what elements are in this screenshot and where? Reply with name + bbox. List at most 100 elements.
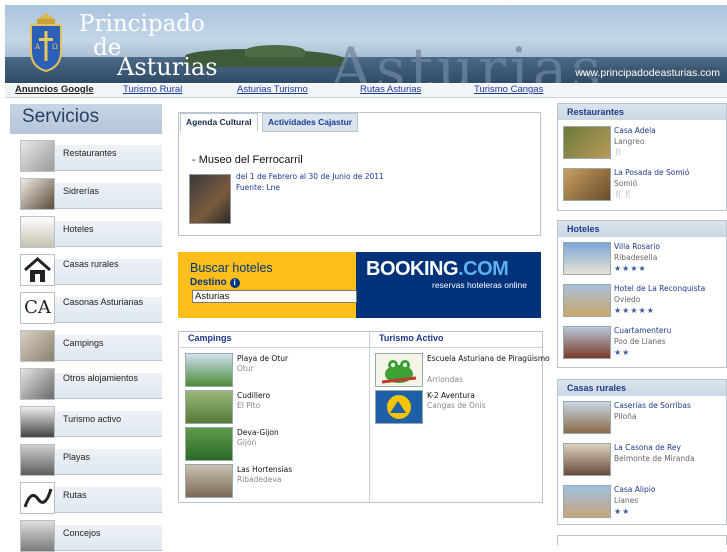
casa-rural-place: Piloña	[614, 412, 637, 421]
casa-rural-name: Caserías de Sorribas	[614, 401, 691, 410]
restaurant-item[interactable]: Casa Adela Langreo 🍴	[563, 126, 723, 160]
sidebar-item-label: Turismo activo	[63, 414, 122, 424]
svg-text:A: A	[34, 43, 41, 51]
hotel-stars: ★★★★	[614, 264, 647, 273]
camping-place: El Pito	[237, 401, 261, 410]
hotel-name: Villa Rosario	[614, 242, 660, 251]
camping-item[interactable]: Playa de Otur Otur	[185, 353, 365, 387]
agenda-event-image[interactable]	[189, 174, 231, 224]
sidebar-item-label: Casonas Asturianas	[63, 297, 144, 307]
turismo-activo-name: K-2 Aventura	[427, 391, 475, 400]
sidebar-item-restaurantes[interactable]: Restaurantes	[10, 140, 162, 172]
camping-name: Deva-Gijon	[237, 428, 279, 437]
hoteles-heading[interactable]: Hoteles	[558, 221, 726, 237]
casa-rural-place: Belmonte de Miranda	[614, 454, 695, 463]
hiker-thumbnail	[20, 406, 55, 438]
tab-agenda-cultural[interactable]: Agenda Cultural	[180, 113, 258, 132]
agenda-event-date: del 1 de Febrero al 30 de Junio de 2011	[236, 172, 384, 181]
camping-item[interactable]: Cudillero El Pito	[185, 390, 365, 424]
sidebar-item-label: Casas rurales	[63, 259, 119, 269]
sidebar-item-label: Hoteles	[63, 224, 94, 234]
casa-rural-name: La Casona de Rey	[614, 443, 681, 452]
sidebar-item-label: Playas	[63, 452, 91, 462]
hotel-item[interactable]: Hotel de La Reconquista Oviedo ★★★★★	[563, 284, 723, 318]
nav-link-rutas-asturias[interactable]: Rutas Asturias	[360, 84, 421, 95]
sidebar-item-turismo-activo[interactable]: Turismo activo	[10, 406, 162, 438]
casa-rural-item[interactable]: La Casona de Rey Belmonte de Miranda	[563, 443, 723, 477]
sidebar-item-label: Otros alojamientos	[63, 373, 139, 383]
casa-rural-thumbnail	[563, 485, 611, 518]
restaurantes-box: Restaurantes Casa Adela Langreo 🍴 La Pos…	[557, 103, 727, 211]
sidebar-item-label: Rutas	[63, 490, 87, 500]
next-box-partial	[557, 535, 727, 545]
sidebar-item-rutas[interactable]: Rutas	[10, 482, 162, 514]
booking-destination-label: Destino i	[190, 277, 240, 288]
hotel-name: Cuartamenteru	[614, 326, 672, 335]
camping-item[interactable]: Deva-Gijon Gijón	[185, 427, 365, 461]
info-icon[interactable]: i	[229, 278, 240, 288]
cider-thumbnail	[20, 178, 55, 210]
banner-watermark: Asturias	[330, 35, 605, 83]
booking-title: Buscar hoteles	[190, 261, 273, 275]
booking-widget: Buscar hoteles Destino i Asturias BOOKING…	[178, 252, 541, 318]
turismo-activo-item[interactable]: Escuela Asturiana de Piragüismo Arrionda…	[375, 353, 555, 387]
booking-destination-input[interactable]: Asturias	[192, 290, 357, 303]
turismo-activo-heading[interactable]: Turismo Activo	[379, 333, 444, 343]
hotel-stars: ★★★★★	[614, 306, 655, 315]
casas-rurales-box: Casas rurales Caserías de Sorribas Piloñ…	[557, 379, 727, 525]
hotel-place: Ribadesella	[614, 253, 658, 262]
turismo-activo-place: Cangas de Onis	[427, 401, 486, 410]
hoteles-box: Hoteles Villa Rosario Ribadesella ★★★★ H…	[557, 220, 727, 368]
tab-actividades-cajastur[interactable]: Actividades Cajastur	[262, 113, 359, 132]
turismo-activo-item[interactable]: K-2 Aventura Cangas de Onis	[375, 390, 555, 424]
asturias-coat-of-arms-icon: A Ω	[30, 13, 62, 73]
nav-link-asturias-turismo[interactable]: Asturias Turismo	[237, 84, 308, 95]
brand-line-1: Principado	[79, 11, 205, 37]
restaurantes-heading[interactable]: Restaurantes	[558, 104, 726, 120]
nav-link-turismo-cangas[interactable]: Turismo Cangas	[474, 84, 543, 95]
hotel-thumbnail	[563, 242, 611, 275]
camping-thumbnail	[185, 353, 233, 387]
sidebar-item-casas-rurales[interactable]: Casas rurales	[10, 254, 162, 286]
restaurant-item[interactable]: La Posada de Somió Somió 🍴🍴	[563, 168, 723, 202]
turismo-activo-place: Arriondas	[427, 375, 463, 384]
casa-rural-stars: ★★	[614, 507, 631, 516]
casa-rural-item[interactable]: Caserías de Sorribas Piloña	[563, 401, 723, 435]
concejos-thumbnail	[20, 520, 55, 552]
booking-logo[interactable]: BOOKING.COM	[366, 258, 509, 281]
sidebar-item-playas[interactable]: Playas	[10, 444, 162, 476]
sidebar-item-hoteles[interactable]: Hoteles	[10, 216, 162, 248]
turismo-activo-name: Escuela Asturiana de Piragüismo	[427, 354, 550, 363]
sidebar-item-campings[interactable]: Campings	[10, 330, 162, 362]
hotel-item[interactable]: Cuartamenteru Poo de Llanes ★★	[563, 326, 723, 360]
camping-item[interactable]: Las Hortensias Ribadedeva	[185, 464, 365, 498]
camping-name: Playa de Otur	[237, 354, 289, 363]
camping-place: Ribadedeva	[237, 475, 282, 484]
hotel-thumbnail	[563, 326, 611, 359]
sidebar-item-sidrerias[interactable]: Sidrerías	[10, 178, 162, 210]
casa-rural-name: Casa Alipio	[614, 485, 656, 494]
restaurant-thumbnail	[20, 140, 55, 172]
nav-link-turismo-rural[interactable]: Turismo Rural	[123, 84, 182, 95]
hotel-place: Oviedo	[614, 295, 641, 304]
hotel-item[interactable]: Villa Rosario Ribadesella ★★★★	[563, 242, 723, 276]
piraguismo-logo	[375, 353, 423, 387]
restaurant-thumbnail	[563, 126, 611, 159]
sidebar-item-label: Concejos	[63, 528, 101, 538]
sidebar-title: Servicios	[10, 104, 162, 134]
services-sidebar: Servicios Restaurantes Sidrerías Hoteles…	[10, 104, 162, 552]
ads-google-link[interactable]: Anuncios Google	[15, 84, 94, 95]
camping-thumbnail	[185, 464, 233, 498]
beach-thumbnail	[20, 444, 55, 476]
campings-heading[interactable]: Campings	[188, 333, 232, 343]
casa-rural-item[interactable]: Casa Alipio Llanes ★★	[563, 485, 723, 519]
site-url[interactable]: www.principadodeasturias.com	[573, 67, 722, 79]
sidebar-item-casonas[interactable]: CA Casonas Asturianas	[10, 292, 162, 324]
svg-text:Ω: Ω	[52, 43, 58, 51]
casas-rurales-heading[interactable]: Casas rurales	[558, 380, 726, 396]
agenda-event-title[interactable]: - Museo del Ferrocarril	[192, 154, 303, 166]
booking-subtitle: reservas hoteleras online	[432, 280, 527, 290]
sidebar-item-concejos[interactable]: Concejos	[10, 520, 162, 552]
camping-thumbnail	[185, 390, 233, 424]
sidebar-item-otros-alojamientos[interactable]: Otros alojamientos	[10, 368, 162, 400]
